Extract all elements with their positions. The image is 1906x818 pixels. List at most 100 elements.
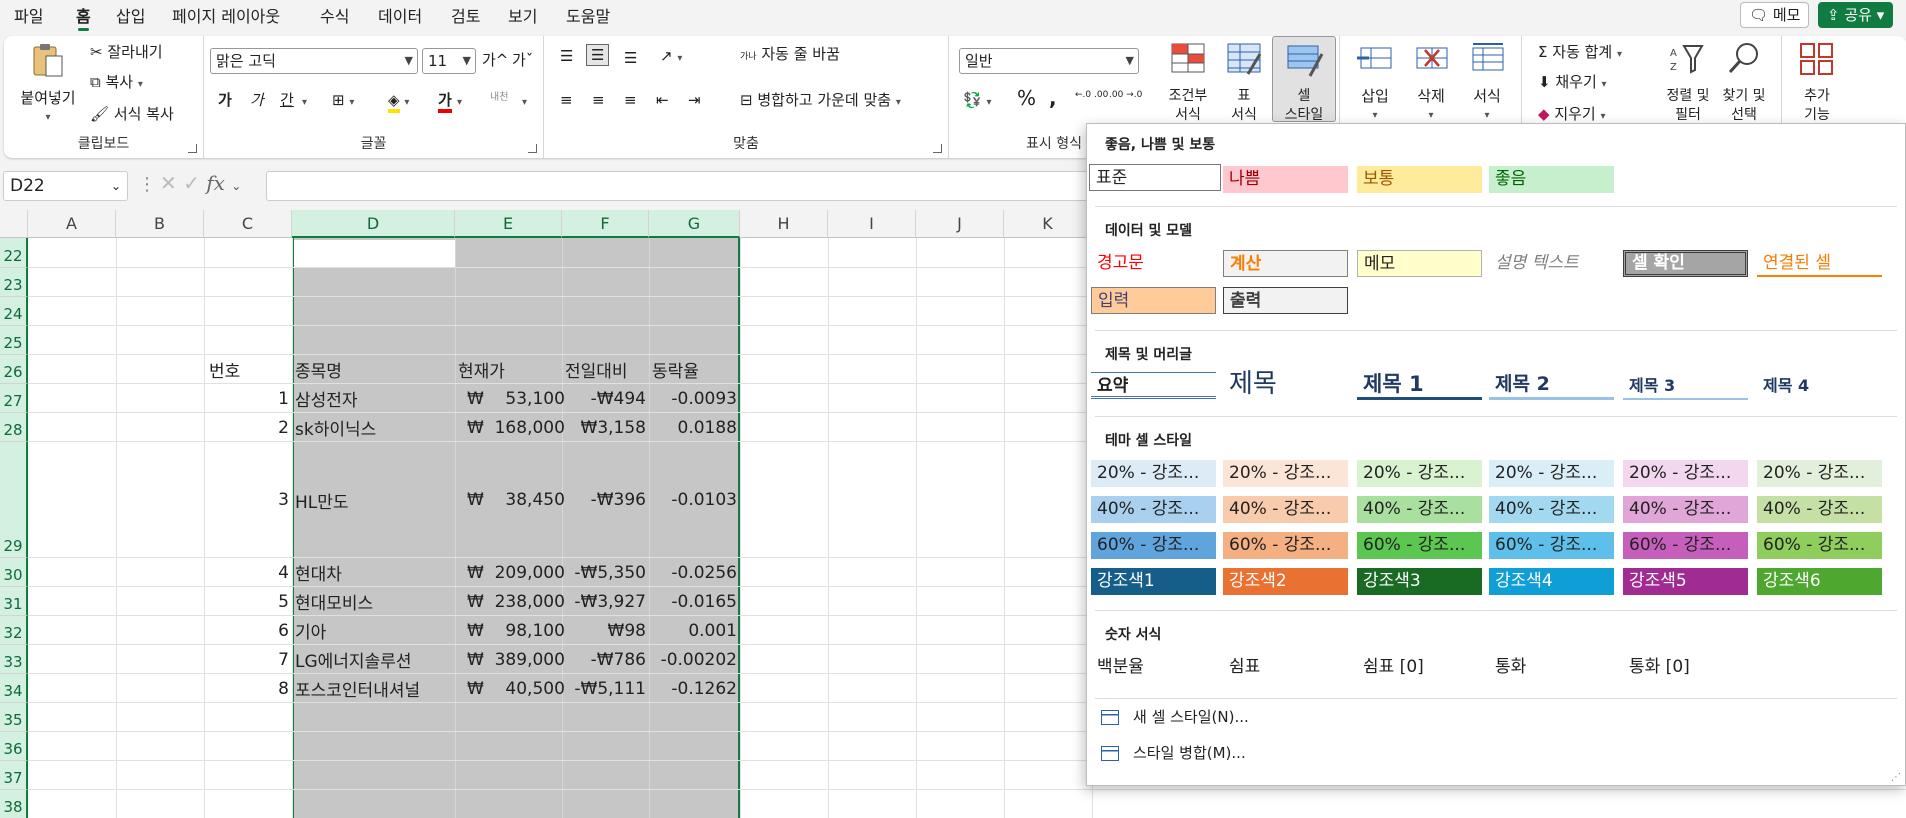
table-cell[interactable]: 0.0188 (649, 413, 740, 442)
more-icon[interactable]: ⋮ (138, 174, 156, 195)
style-accent5[interactable]: 강조색5 (1623, 568, 1748, 595)
column-header-i[interactable]: I (828, 210, 916, 238)
fill-button[interactable]: ⬇ 채우기 ▾ (1538, 72, 1607, 95)
column-header-b[interactable]: B (116, 210, 204, 238)
style-accent4[interactable]: 강조색4 (1489, 568, 1614, 595)
style-40-accent4[interactable]: 40% - 강조... (1489, 496, 1614, 523)
format-cells-button[interactable]: 서식 ▾ (1462, 40, 1512, 125)
shrink-font-button[interactable]: 가ˇ (512, 50, 533, 70)
underline-button[interactable]: 간 (280, 90, 294, 110)
row-header-38[interactable]: 38 (0, 790, 28, 818)
header-cell-price[interactable]: 현재가 (455, 355, 562, 384)
table-cell[interactable]: -₩5,111 (562, 674, 649, 703)
style-total[interactable]: 요약 (1091, 372, 1216, 399)
addins-button[interactable]: 추가 기능 (1786, 40, 1848, 125)
percent-button[interactable]: % (1017, 88, 1036, 108)
table-cell[interactable]: HL만도 (292, 442, 455, 558)
style-accent6[interactable]: 강조색6 (1757, 568, 1882, 595)
name-box[interactable]: D22 ⌄ (3, 171, 128, 201)
merge-center-button[interactable]: ⊟ 병합하고 가운데 맞춤 ▾ (740, 90, 901, 113)
row-header-31[interactable]: 31 (0, 587, 28, 616)
italic-button[interactable]: 가 (250, 90, 264, 110)
style-output[interactable]: 출력 (1223, 287, 1348, 314)
table-cell[interactable]: 포스코인터내셔널 (292, 674, 455, 703)
tab-page-layout[interactable]: 페이지 레이아웃 (172, 4, 280, 30)
style-currency-0[interactable]: 통화 [0] (1623, 654, 1748, 681)
tab-review[interactable]: 검토 (451, 4, 480, 30)
style-20-accent5[interactable]: 20% - 강조... (1623, 460, 1748, 487)
table-cell[interactable]: 0.001 (649, 616, 740, 645)
decrease-decimal-button[interactable]: .00 →.0 (1109, 90, 1142, 101)
style-60-accent3[interactable]: 60% - 강조... (1357, 532, 1482, 559)
style-20-accent4[interactable]: 20% - 강조... (1489, 460, 1614, 487)
style-input[interactable]: 입력 (1091, 287, 1216, 314)
alignment-dialog-launcher[interactable] (933, 144, 942, 153)
column-header-f[interactable]: F (562, 210, 649, 238)
column-header-a[interactable]: A (28, 210, 116, 238)
style-60-accent5[interactable]: 60% - 강조... (1623, 532, 1748, 559)
new-cell-style-item[interactable]: 새 셀 스타일(N)... (1101, 706, 1249, 727)
orientation-icon[interactable]: ↗ ▾ (660, 46, 682, 69)
table-cell[interactable]: -₩5,350 (562, 558, 649, 587)
table-cell[interactable]: -0.0103 (649, 442, 740, 558)
header-cell-rate[interactable]: 동락율 (649, 355, 740, 384)
header-cell-change[interactable]: 전일대비 (562, 355, 649, 384)
share-button[interactable]: ⇪ 공유 ▾ (1818, 2, 1894, 28)
delete-cells-button[interactable]: 삭제 ▾ (1406, 40, 1456, 125)
column-header-d[interactable]: D (292, 210, 455, 238)
row-header-36[interactable]: 36 (0, 732, 28, 761)
tab-home[interactable]: 홈 (76, 4, 91, 31)
column-header-e[interactable]: E (455, 210, 562, 238)
memo-button[interactable]: 🗨 메모 (1740, 2, 1810, 28)
style-60-accent6[interactable]: 60% - 강조... (1757, 532, 1882, 559)
tab-insert[interactable]: 삽입 (116, 4, 145, 30)
row-header-32[interactable]: 32 (0, 616, 28, 645)
cut-button[interactable]: ✂ 잘라내기 (90, 42, 163, 62)
table-cell[interactable]: -₩494 (562, 384, 649, 413)
merge-styles-item[interactable]: 스타일 병합(M)... (1101, 742, 1246, 763)
tab-file[interactable]: 파일 (14, 4, 43, 30)
table-cell[interactable]: ₩ 53,100 (455, 384, 565, 413)
table-cell[interactable]: ₩ 40,500 (455, 674, 565, 703)
decrease-indent-icon[interactable]: ⇤ (656, 90, 669, 110)
table-cell[interactable]: sk하이닉스 (292, 413, 455, 442)
increase-indent-icon[interactable]: ⇥ (688, 90, 701, 110)
style-heading-2[interactable]: 제목 2 (1489, 368, 1614, 400)
style-note[interactable]: 메모 (1357, 250, 1482, 277)
align-left-icon[interactable]: ≡ (560, 90, 573, 110)
find-select-button[interactable]: 찾기 및 선택 (1716, 40, 1772, 125)
table-cell[interactable]: ₩ 389,000 (455, 645, 565, 674)
style-40-accent1[interactable]: 40% - 강조... (1091, 496, 1216, 523)
style-linked-cell[interactable]: 연결된 셀 (1757, 250, 1882, 277)
style-20-accent2[interactable]: 20% - 강조... (1223, 460, 1348, 487)
comma-button[interactable]: , (1049, 88, 1057, 108)
table-cell[interactable]: 기아 (292, 616, 455, 645)
table-cell[interactable]: ₩ 238,000 (455, 587, 565, 616)
row-header-33[interactable]: 33 (0, 645, 28, 674)
column-header-g[interactable]: G (649, 210, 740, 238)
row-header-27[interactable]: 27 (0, 384, 28, 413)
autosum-button[interactable]: Σ 자동 합계 ▾ (1538, 42, 1622, 65)
style-title[interactable]: 제목 (1223, 368, 1348, 400)
table-cell[interactable]: ₩ 38,450 (455, 442, 565, 558)
paste-button[interactable]: 붙여넣기 ▾ (16, 42, 80, 127)
header-cell-name[interactable]: 종목명 (292, 355, 455, 384)
table-cell[interactable]: 6 (204, 616, 292, 645)
sort-filter-button[interactable]: AZ 정렬 및 필터 (1660, 40, 1716, 125)
style-neutral[interactable]: 보통 (1357, 166, 1482, 193)
table-cell[interactable]: 7 (204, 645, 292, 674)
table-cell[interactable]: ₩3,158 (562, 413, 649, 442)
align-top-icon[interactable]: ☰ (560, 46, 573, 66)
table-cell[interactable]: -0.0165 (649, 587, 740, 616)
tab-formulas[interactable]: 수식 (320, 4, 349, 30)
column-header-c[interactable]: C (204, 210, 292, 238)
table-cell[interactable]: 현대모비스 (292, 587, 455, 616)
table-cell[interactable]: 5 (204, 587, 292, 616)
border-button[interactable]: ⊞ ▾ (332, 90, 354, 113)
column-header-j[interactable]: J (916, 210, 1004, 238)
wrap-text-button[interactable]: 가나 자동 줄 바꿈 (740, 44, 840, 67)
table-cell[interactable]: -0.0093 (649, 384, 740, 413)
style-accent2[interactable]: 강조색2 (1223, 568, 1348, 595)
fx-button[interactable]: ✕ ✓ fx ⌄ (160, 171, 241, 195)
column-header-h[interactable]: H (740, 210, 828, 238)
